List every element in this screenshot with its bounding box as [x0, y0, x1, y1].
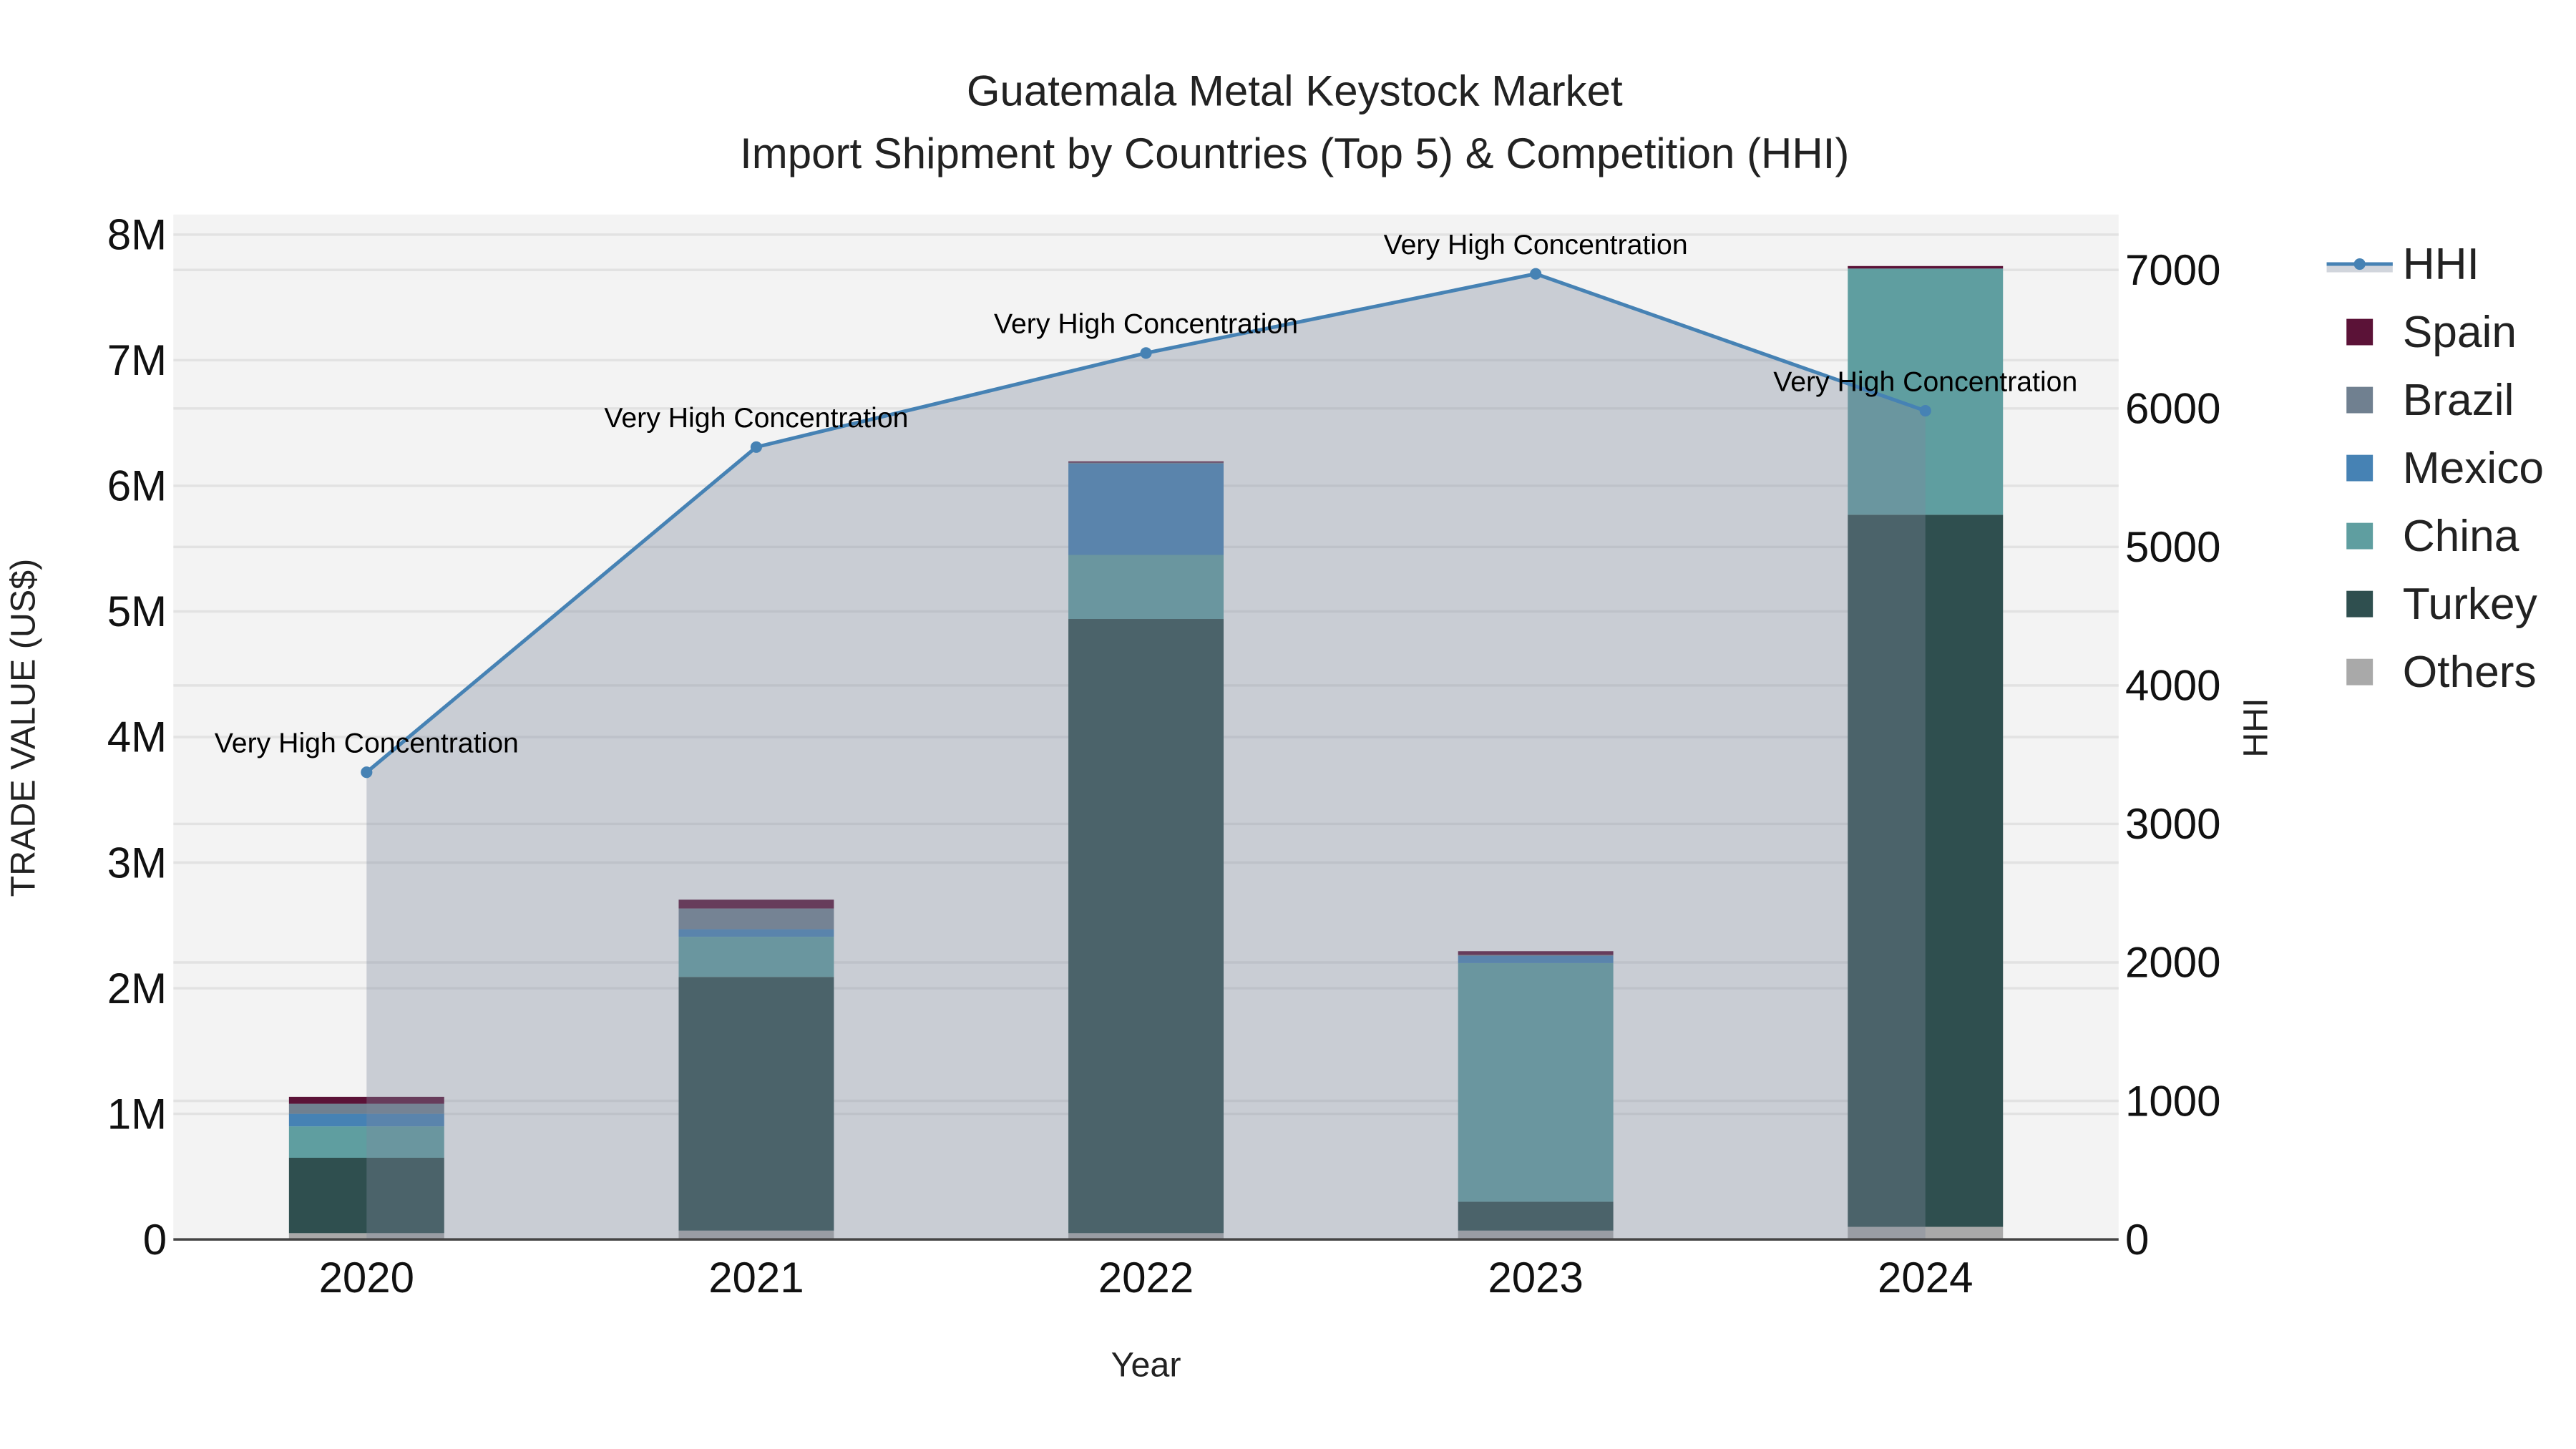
- x-tick-label: 2024: [1878, 1254, 1973, 1302]
- legend-swatch-mexico: [2346, 454, 2373, 482]
- chart: Guatemala Metal Keystock Market Import S…: [4, 67, 2544, 1385]
- y-tick-label: 1M: [107, 1090, 167, 1138]
- y-tick-label: 5M: [107, 587, 167, 635]
- legend-label-hhi: HHI: [2403, 240, 2479, 289]
- y2-tick-label: 7000: [2125, 246, 2220, 294]
- hhi-point-2024: [1919, 405, 1931, 417]
- x-tick-label: 2020: [319, 1254, 414, 1302]
- chart-subtitle: Import Shipment by Countries (Top 5) & C…: [740, 130, 1849, 177]
- legend-swatch-spain: [2346, 318, 2373, 346]
- legend-hhi-marker: [2353, 258, 2366, 270]
- y2-tick-label: 2000: [2125, 939, 2220, 987]
- hhi-point-2022: [1140, 347, 1152, 359]
- y2-tick-label: 0: [2125, 1216, 2149, 1264]
- legend-label-spain: Spain: [2403, 308, 2517, 357]
- y2-axis-title: HHI: [2236, 698, 2275, 757]
- hhi-point-2020: [361, 766, 373, 779]
- hhi-annotation: Very High Concentration: [604, 403, 908, 434]
- legend-label-turkey: Turkey: [2403, 580, 2538, 629]
- legend-swatch-china: [2346, 522, 2373, 550]
- legend-label-others: Others: [2403, 648, 2537, 697]
- y-tick-label: 8M: [107, 211, 167, 259]
- hhi-annotation: Very High Concentration: [215, 728, 519, 759]
- y-tick-label: 7M: [107, 336, 167, 384]
- y2-tick-label: 3000: [2125, 800, 2220, 848]
- y2-tick-label: 6000: [2125, 385, 2220, 433]
- y-tick-label: 0: [143, 1216, 167, 1264]
- x-tick-label: 2021: [708, 1254, 804, 1302]
- x-tick-label: 2023: [1488, 1254, 1583, 1302]
- legend: HHI Spain Brazil Mexico China Turkey Others: [2326, 240, 2544, 697]
- bar-spain-2024: [1848, 265, 2004, 269]
- x-tick-label: 2022: [1098, 1254, 1194, 1302]
- y2-tick-label: 1000: [2125, 1077, 2220, 1125]
- y-tick-label: 2M: [107, 965, 167, 1013]
- legend-label-mexico: Mexico: [2403, 444, 2544, 493]
- legend-label-brazil: Brazil: [2403, 376, 2514, 425]
- y2-tick-label: 4000: [2125, 662, 2220, 710]
- legend-swatch-brazil: [2346, 386, 2373, 414]
- legend-swatch-others: [2346, 658, 2373, 686]
- x-axis-title: Year: [1111, 1346, 1181, 1385]
- hhi-point-2021: [750, 441, 762, 453]
- legend-label-china: China: [2403, 512, 2519, 561]
- hhi-annotation: Very High Concentration: [1384, 230, 1688, 260]
- chart-title: Guatemala Metal Keystock Market: [967, 67, 1623, 115]
- y2-tick-label: 5000: [2125, 523, 2220, 571]
- y-tick-label: 3M: [107, 839, 167, 887]
- y-tick-label: 6M: [107, 462, 167, 510]
- y-tick-label: 4M: [107, 713, 167, 761]
- y-axis-title: TRADE VALUE (US$): [4, 559, 42, 897]
- hhi-point-2023: [1530, 268, 1542, 280]
- hhi-annotation: Very High Concentration: [1773, 366, 2077, 397]
- legend-swatch-turkey: [2346, 590, 2373, 618]
- hhi-annotation: Very High Concentration: [994, 309, 1298, 340]
